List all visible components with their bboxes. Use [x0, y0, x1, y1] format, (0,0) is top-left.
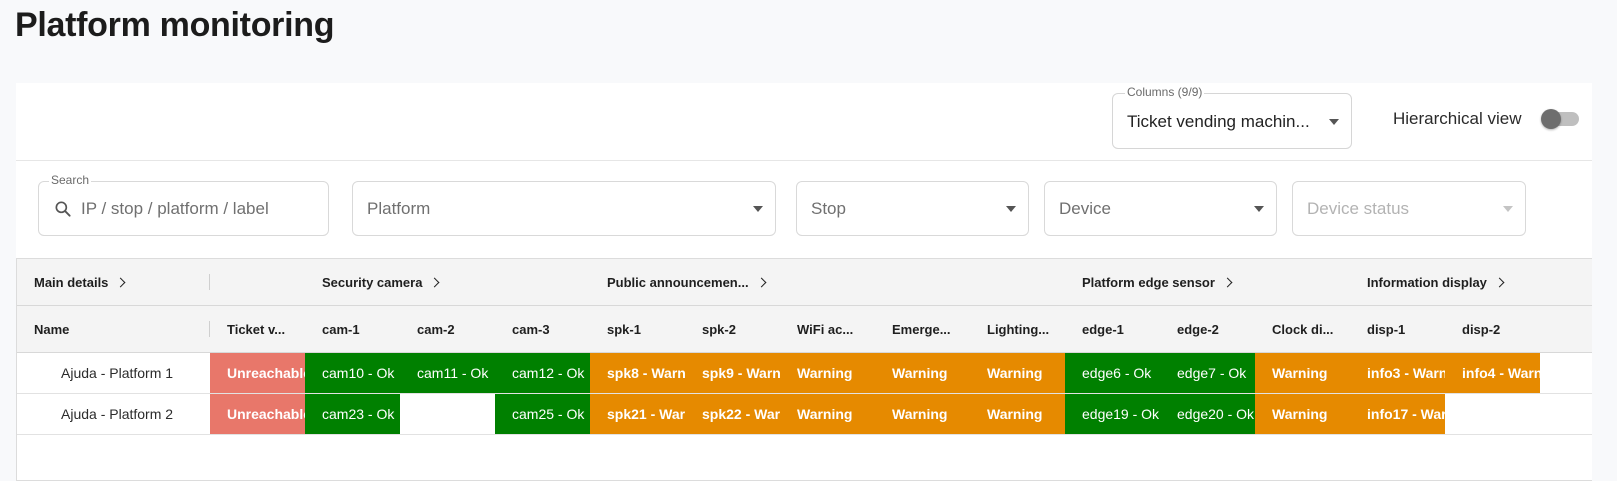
status-cell[interactable]: Warning — [970, 394, 1065, 434]
stop-filter-placeholder: Stop — [811, 199, 846, 218]
status-cell[interactable]: Warning — [875, 353, 970, 393]
status-cell[interactable]: info3 - Warning — [1350, 353, 1445, 393]
search-field[interactable]: Search IP / stop / platform / label — [38, 173, 329, 236]
status-cell[interactable]: info17 - Warning — [1350, 394, 1445, 434]
column-header-row: Name Ticket v... cam-1 cam-2 cam-3 spk-1 spk-2… — [17, 306, 1592, 353]
status-cell[interactable]: cam25 - Ok — [495, 394, 590, 434]
table-row[interactable]: Ajuda - Platform 1 Unreachable cam10 - Ok c… — [17, 353, 1592, 394]
status-cell[interactable]: cam11 - Ok — [400, 353, 495, 393]
column-group-header[interactable]: Security camera — [305, 259, 605, 305]
page-title: Platform monitoring — [15, 6, 335, 44]
column-group-label: Platform edge sensor — [1082, 274, 1215, 290]
status-cell[interactable]: Unreachable — [210, 394, 305, 434]
column-separator — [209, 321, 210, 337]
column-group-row: Main details Security camera Public announ… — [17, 259, 1592, 306]
column-group-label: Security camera — [322, 274, 423, 290]
chevron-down-icon — [753, 206, 763, 212]
status-cell[interactable]: spk9 - Warning — [685, 353, 780, 393]
column-group-label: Main details — [34, 274, 109, 290]
hierarchical-view-label: Hierarchical view — [1393, 109, 1522, 128]
column-header[interactable]: Lighting... — [970, 306, 1065, 352]
column-separator — [209, 274, 210, 290]
device-filter-placeholder: Device — [1059, 199, 1111, 218]
column-header[interactable]: spk-2 — [685, 306, 780, 352]
columns-select[interactable]: Columns (9/9) Ticket vending machin... — [1112, 85, 1352, 149]
status-cell[interactable]: edge20 - Ok — [1160, 394, 1255, 434]
status-cell[interactable]: cam12 - Ok — [495, 353, 590, 393]
platform-filter-placeholder: Platform — [367, 199, 431, 218]
top-toolbar: Columns (9/9) Ticket vending machin... H… — [16, 83, 1592, 161]
chevron-down-icon — [1329, 119, 1339, 125]
column-header[interactable]: Emerge... — [875, 306, 970, 352]
column-header[interactable]: disp-1 — [1350, 306, 1445, 352]
status-cell[interactable]: Unreachable — [210, 353, 305, 393]
column-header[interactable]: Ticket v... — [210, 306, 305, 352]
row-name: Ajuda - Platform 2 — [61, 406, 174, 422]
status-cell[interactable]: spk22 - Warning — [685, 394, 780, 434]
column-header[interactable]: Clock di... — [1255, 306, 1350, 352]
column-header[interactable]: cam-2 — [400, 306, 495, 352]
status-cell[interactable]: Warning — [1255, 394, 1350, 434]
status-cell[interactable]: Warning — [780, 353, 875, 393]
status-cell[interactable]: Warning — [1255, 353, 1350, 393]
status-cell[interactable]: spk21 - Warning — [590, 394, 685, 434]
row-name: Ajuda - Platform 1 — [61, 365, 174, 381]
chevron-right-icon — [1494, 277, 1505, 287]
platform-filter[interactable]: Platform — [352, 181, 776, 236]
column-header[interactable]: Name — [17, 306, 210, 352]
toggle-knob — [1541, 109, 1561, 129]
chevron-down-icon — [1254, 206, 1264, 212]
column-group-header[interactable]: Main details — [17, 259, 210, 305]
table-row[interactable]: Ajuda - Platform 2 Unreachable cam23 - Ok c… — [17, 394, 1592, 435]
status-cell[interactable]: Warning — [970, 353, 1065, 393]
chevron-right-icon — [115, 277, 126, 287]
chevron-down-icon — [1006, 206, 1016, 212]
status-cell[interactable]: Warning — [875, 394, 970, 434]
search-label: Search — [49, 173, 92, 187]
device-status-filter-placeholder: Device status — [1307, 199, 1410, 218]
status-cell[interactable]: edge7 - Ok — [1160, 353, 1255, 393]
columns-select-label: Columns (9/9) — [1125, 85, 1205, 99]
device-status-filter: Device status — [1292, 181, 1526, 236]
chevron-right-icon — [1222, 277, 1233, 287]
column-group-header[interactable]: Public announcemen... — [590, 259, 890, 305]
column-header[interactable]: cam-3 — [495, 306, 590, 352]
column-group-header[interactable]: Platform edge sensor — [1065, 259, 1365, 305]
column-header[interactable]: WiFi ac... — [780, 306, 875, 352]
status-cell[interactable]: spk8 - Warning — [590, 353, 685, 393]
status-cell[interactable]: edge6 - Ok — [1065, 353, 1160, 393]
column-header[interactable]: spk-1 — [590, 306, 685, 352]
device-filter[interactable]: Device — [1044, 181, 1277, 236]
stop-filter[interactable]: Stop — [796, 181, 1029, 236]
columns-select-value: Ticket vending machin... — [1127, 112, 1310, 131]
column-header[interactable]: edge-2 — [1160, 306, 1255, 352]
status-cell[interactable]: Warning — [780, 394, 875, 434]
empty-cell — [1445, 394, 1540, 434]
search-icon — [55, 201, 71, 217]
monitoring-card: Columns (9/9) Ticket vending machin... H… — [16, 83, 1592, 481]
status-cell[interactable]: edge19 - Ok — [1065, 394, 1160, 434]
status-cell[interactable]: info4 - Warning — [1445, 353, 1540, 393]
column-group-label: Public announcemen... — [607, 274, 749, 290]
chevron-right-icon — [756, 277, 767, 287]
status-cell[interactable]: cam23 - Ok — [305, 394, 400, 434]
chevron-down-icon — [1503, 206, 1513, 212]
status-cell[interactable]: cam10 - Ok — [305, 353, 400, 393]
monitoring-grid: Main details Security camera Public announ… — [16, 258, 1592, 481]
column-header[interactable]: cam-1 — [305, 306, 400, 352]
column-header[interactable]: disp-2 — [1445, 306, 1540, 352]
column-header[interactable]: edge-1 — [1065, 306, 1160, 352]
chevron-right-icon — [430, 277, 440, 287]
column-group-label: Information display — [1367, 274, 1487, 290]
column-group-header[interactable]: Information display — [1350, 259, 1592, 305]
search-input[interactable]: IP / stop / platform / label — [81, 199, 269, 219]
empty-cell — [400, 394, 495, 434]
hierarchical-view-toggle[interactable] — [1541, 109, 1579, 129]
